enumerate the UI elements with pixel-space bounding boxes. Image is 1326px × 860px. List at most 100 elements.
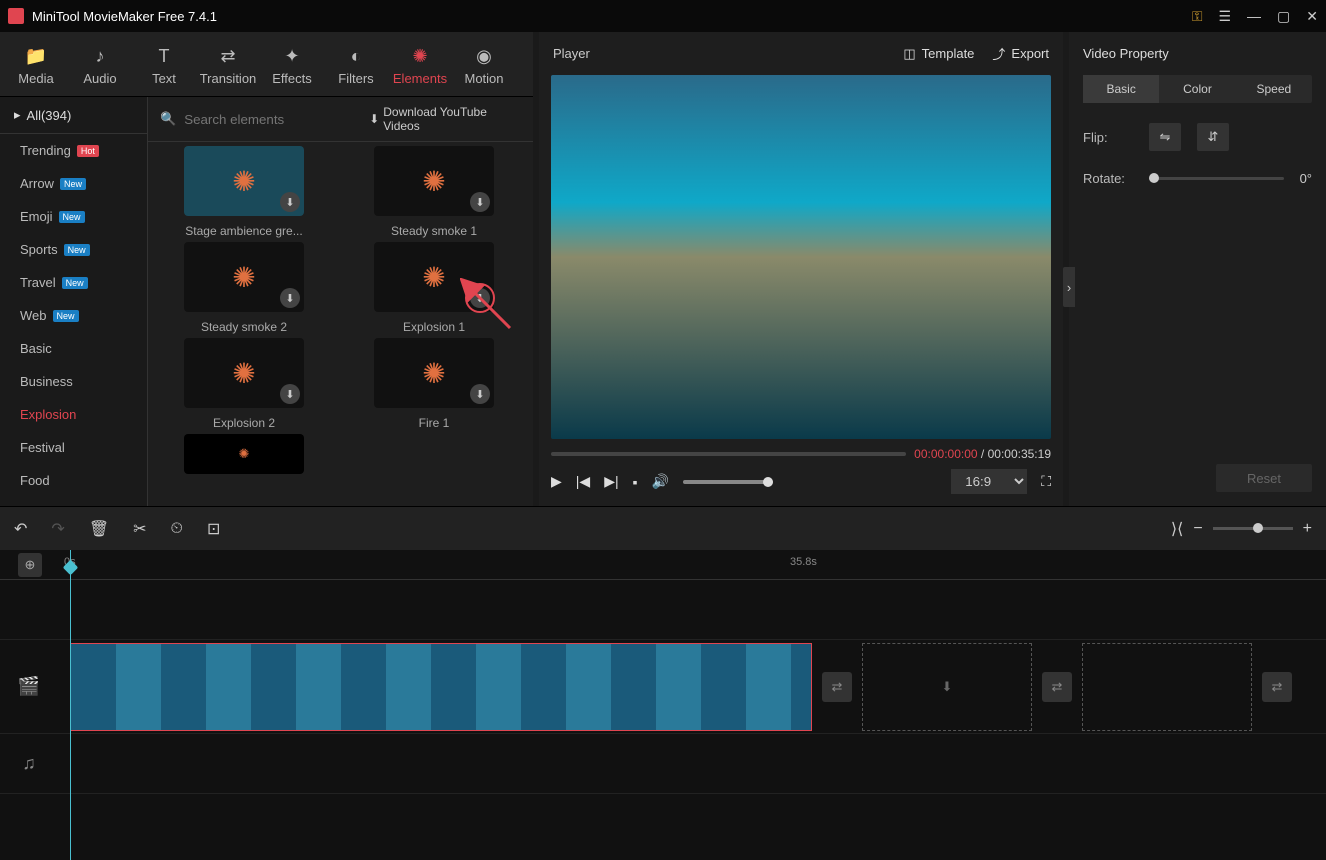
category-sports[interactable]: Sports New [0, 233, 147, 266]
download-icon[interactable]: ⬇ [470, 384, 490, 404]
redo-button[interactable]: ↷ [51, 519, 64, 539]
element-item[interactable]: ✺⬇Steady smoke 1 [354, 146, 514, 238]
split-button[interactable]: ✂ [133, 519, 146, 539]
prev-frame-button[interactable]: |◀ [576, 473, 590, 490]
zoom-in-button[interactable]: + [1303, 520, 1312, 538]
aspect-select[interactable]: 16:9 [951, 469, 1027, 494]
zoom-out-button[interactable]: − [1193, 520, 1202, 538]
property-panel: › Video Property BasicColorSpeed Flip: ⇋… [1069, 32, 1326, 506]
tab-audio[interactable]: ♪Audio [68, 40, 132, 96]
prop-tab-speed[interactable]: Speed [1236, 75, 1312, 103]
category-all-label: All(394) [27, 108, 72, 123]
video-clip[interactable] [70, 643, 812, 731]
reset-button[interactable]: Reset [1216, 464, 1312, 492]
rotate-value: 0° [1300, 171, 1312, 186]
export-button[interactable]: ⤴ Export [992, 44, 1049, 63]
titlebar: MiniTool MovieMaker Free 7.4.1 ⚿ ☰ — ▢ ✕ [0, 0, 1326, 32]
key-icon[interactable]: ⚿ [1192, 8, 1203, 25]
tab-elements[interactable]: ✺Elements [388, 40, 452, 96]
text-icon: T [159, 46, 170, 67]
tab-text[interactable]: TText [132, 40, 196, 96]
element-item[interactable]: ✺⬇Explosion 1 [354, 242, 514, 334]
category-web[interactable]: Web New [0, 299, 147, 332]
asset-tabs: 📁Media♪AudioTText⇄Transition✦Effects◐Fil… [0, 32, 533, 97]
category-all[interactable]: ▸ All(394) [0, 97, 147, 134]
download-youtube-link[interactable]: ⬇ Download YouTube Videos [369, 105, 521, 133]
download-icon[interactable]: ⬇ [280, 192, 300, 212]
tab-filters[interactable]: ◐Filters [324, 40, 388, 96]
category-trending[interactable]: Trending Hot [0, 134, 147, 167]
maximize-icon[interactable]: ▢ [1277, 8, 1290, 25]
download-icon[interactable]: ⬇ [280, 288, 300, 308]
element-item[interactable]: ✺⬇Explosion 2 [164, 338, 324, 430]
tab-media[interactable]: 📁Media [4, 40, 68, 96]
element-item[interactable]: ✺⬇Steady smoke 2 [164, 242, 324, 334]
time-ruler[interactable]: 0s 35.8s [0, 550, 1326, 580]
flip-horizontal-button[interactable]: ⇋ [1149, 123, 1181, 151]
speed-button[interactable]: ⏲ [171, 520, 183, 538]
category-list: ▸ All(394) Trending HotArrow NewEmoji Ne… [0, 97, 148, 506]
video-preview[interactable] [551, 75, 1051, 439]
menu-icon[interactable]: ☰ [1218, 8, 1231, 25]
flip-vertical-button[interactable]: ⇵ [1197, 123, 1229, 151]
undo-button[interactable]: ↶ [14, 519, 27, 539]
next-frame-button[interactable]: ▶| [604, 473, 618, 490]
element-label: Explosion 2 [164, 416, 324, 430]
property-title: Video Property [1083, 46, 1312, 61]
category-emoji[interactable]: Emoji New [0, 200, 147, 233]
category-food[interactable]: Food [0, 464, 147, 497]
overlay-track[interactable] [0, 580, 1326, 640]
download-icon[interactable]: ⬇ [280, 384, 300, 404]
media-drop-slot[interactable]: ⬇ [862, 643, 1032, 731]
category-business[interactable]: Business [0, 365, 147, 398]
elements-icon: ✺ [412, 46, 427, 67]
category-travel[interactable]: Travel New [0, 266, 147, 299]
close-icon[interactable]: ✕ [1306, 8, 1318, 25]
delete-button[interactable]: 🗑 [89, 519, 109, 539]
media-icon: 📁 [25, 46, 47, 67]
video-track-icon: 🎬 [0, 676, 58, 697]
fit-zoom-button[interactable]: ⟩⟨ [1171, 519, 1183, 539]
crop-button[interactable]: ⊡ [207, 519, 220, 539]
minimize-icon[interactable]: — [1247, 8, 1261, 25]
transition-slot[interactable]: ⇄ [822, 672, 852, 702]
player-panel: Player ◫ Template ⤴ Export 00:00:00:00 /… [539, 32, 1063, 506]
prop-tab-color[interactable]: Color [1159, 75, 1235, 103]
video-track[interactable]: 🎬 ⇄ ⬇ ⇄ ⇄ [0, 640, 1326, 734]
timecode: 00:00:00:00 / 00:00:35:19 [914, 447, 1051, 461]
volume-icon[interactable]: 🔊 [652, 473, 669, 490]
timeline-toolbar: ↶ ↷ 🗑 ✂ ⏲ ⊡ ⟩⟨ − + [0, 506, 1326, 550]
rotate-slider[interactable] [1149, 177, 1284, 180]
media-drop-slot[interactable] [1082, 643, 1252, 731]
element-item[interactable]: ✺⬇Stage ambience gre... [164, 146, 324, 238]
prop-tab-basic[interactable]: Basic [1083, 75, 1159, 103]
motion-icon: ◉ [476, 46, 492, 67]
volume-slider[interactable] [683, 480, 773, 484]
stop-button[interactable]: ▪ [633, 474, 638, 490]
template-button[interactable]: ◫ Template [903, 44, 974, 63]
scrub-bar[interactable] [551, 452, 906, 456]
download-icon[interactable]: ⬇ [470, 192, 490, 212]
audio-track[interactable]: ♫ [0, 734, 1326, 794]
transition-slot[interactable]: ⇄ [1262, 672, 1292, 702]
zoom-slider[interactable] [1213, 527, 1293, 530]
download-icon[interactable]: ⬇ [470, 288, 490, 308]
play-button[interactable]: ▶ [551, 473, 562, 490]
element-item[interactable]: ✺ [164, 434, 324, 474]
category-explosion[interactable]: Explosion [0, 398, 147, 431]
tab-motion[interactable]: ◉Motion [452, 40, 516, 96]
collapse-props-button[interactable]: › [1063, 267, 1075, 307]
element-item[interactable]: ✺⬇Fire 1 [354, 338, 514, 430]
search-input[interactable] [184, 112, 361, 127]
fullscreen-button[interactable]: ⛶ [1041, 473, 1051, 490]
tab-effects[interactable]: ✦Effects [260, 40, 324, 96]
element-label: Fire 1 [354, 416, 514, 430]
category-basic[interactable]: Basic [0, 332, 147, 365]
playhead[interactable] [70, 550, 71, 860]
category-arrow[interactable]: Arrow New [0, 167, 147, 200]
tab-transition[interactable]: ⇄Transition [196, 40, 260, 96]
transition-slot[interactable]: ⇄ [1042, 672, 1072, 702]
flip-label: Flip: [1083, 130, 1133, 145]
timeline: ⊕ 0s 35.8s 🎬 ⇄ ⬇ ⇄ ⇄ ♫ [0, 550, 1326, 860]
category-festival[interactable]: Festival [0, 431, 147, 464]
